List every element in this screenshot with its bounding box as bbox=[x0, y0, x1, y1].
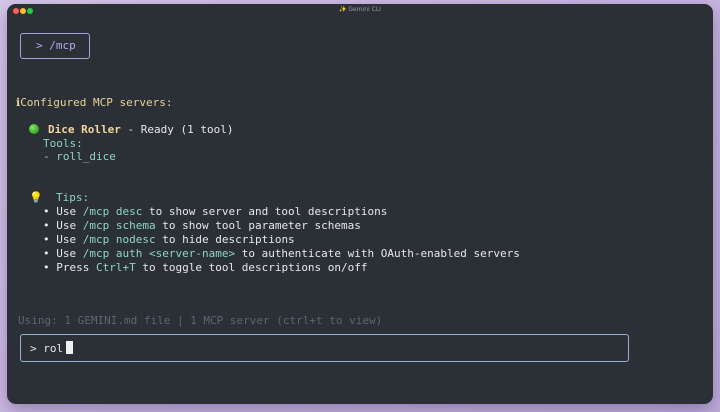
prompt-input-value[interactable]: rol bbox=[43, 342, 63, 355]
tip-item: • Use /mcp schema to show tool parameter… bbox=[43, 219, 361, 232]
tip-text: to hide descriptions bbox=[155, 233, 295, 246]
server-status: - Ready (1 tool) bbox=[120, 123, 234, 136]
tip-item: • Use /mcp auth <server-name> to authent… bbox=[43, 247, 520, 260]
command-echo-text: > /mcp bbox=[36, 39, 76, 52]
servers-heading: ℹConfigured MCP servers: bbox=[16, 96, 173, 110]
tip-item: • Use /mcp desc to show server and tool … bbox=[43, 205, 388, 218]
prompt-line[interactable]: > rol bbox=[30, 341, 74, 356]
terminal-window: ✨ Gemini CLI > /mcp ℹConfigured MCP serv… bbox=[7, 4, 713, 404]
tip-text: Use bbox=[56, 219, 83, 232]
tip-command: /mcp auth <server-name> bbox=[82, 247, 236, 260]
tip-text: to show tool parameter schemas bbox=[155, 219, 361, 232]
tip-command: Ctrl+T bbox=[96, 261, 136, 274]
tips-label: Tips: bbox=[55, 191, 90, 204]
tip-command: /mcp desc bbox=[82, 205, 143, 218]
prompt-symbol: > bbox=[30, 342, 44, 355]
title-bar: ✨ Gemini CLI bbox=[7, 4, 713, 18]
server-row: Dice Roller - Ready (1 tool) bbox=[29, 123, 233, 137]
tip-item: • Press Ctrl+T to toggle tool descriptio… bbox=[43, 261, 368, 274]
tip-command: /mcp schema bbox=[82, 219, 156, 232]
tip-text: to show server and tool descriptions bbox=[142, 205, 388, 218]
tip-text: to authenticate with OAuth-enabled serve… bbox=[235, 247, 520, 260]
tips-heading: 💡 Tips: bbox=[29, 191, 89, 205]
tools-label: Tools: bbox=[43, 137, 83, 150]
status-bar: Using: 1 GEMINI.md file | 1 MCP server (… bbox=[18, 314, 383, 327]
tip-text: Use bbox=[56, 233, 83, 246]
servers-heading-text: Configured MCP servers: bbox=[20, 96, 173, 109]
server-name: Dice Roller bbox=[48, 123, 121, 136]
text-cursor bbox=[66, 341, 74, 354]
tip-item: • Use /mcp nodesc to hide descriptions bbox=[43, 233, 295, 246]
tip-text: to toggle tool descriptions on/off bbox=[135, 261, 368, 274]
tool-item: - roll_dice bbox=[43, 150, 116, 163]
tip-text: Press bbox=[56, 261, 96, 274]
prompt-input[interactable]: > rol bbox=[20, 334, 629, 362]
tip-text: Use bbox=[56, 205, 83, 218]
command-echo-box: > /mcp bbox=[20, 33, 90, 59]
window-title: ✨ Gemini CLI bbox=[339, 6, 381, 13]
green-circle-icon bbox=[29, 124, 39, 134]
lightbulb-icon: 💡 bbox=[29, 191, 43, 204]
tip-command: /mcp nodesc bbox=[82, 233, 156, 246]
tip-text: Use bbox=[56, 247, 83, 260]
